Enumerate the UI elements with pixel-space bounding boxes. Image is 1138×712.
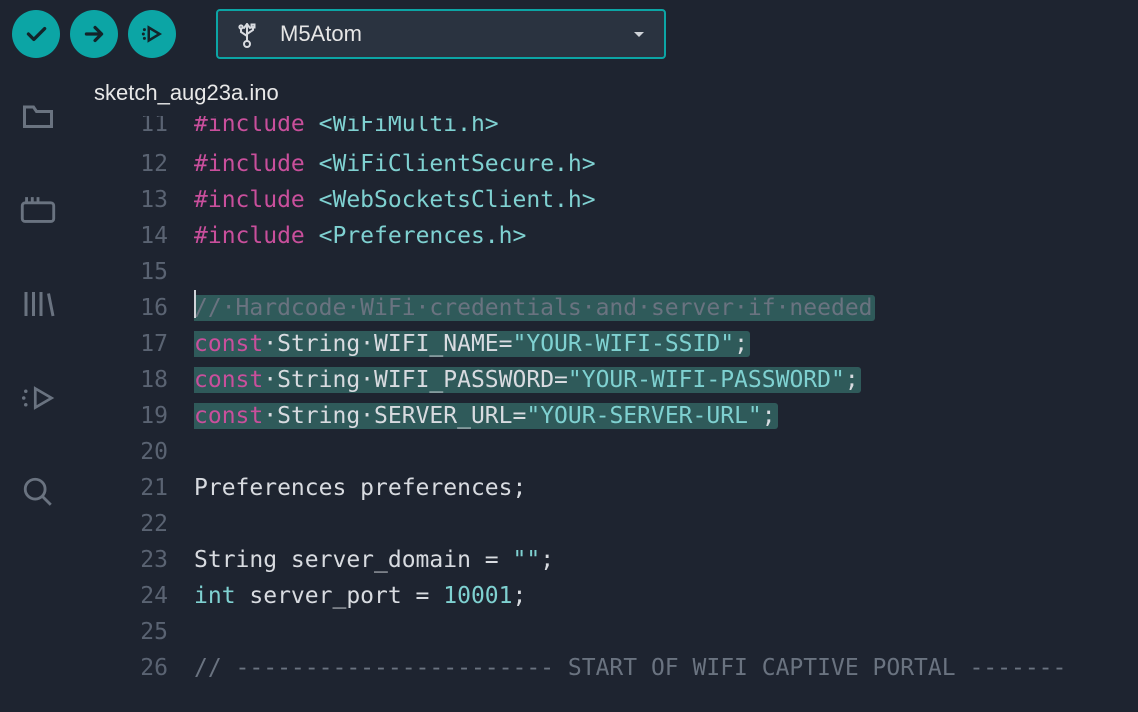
tabbar: sketch_aug23a.ino <box>76 68 1138 116</box>
library-icon <box>20 286 56 322</box>
board-label: M5Atom <box>280 21 632 47</box>
activity-bar <box>0 68 76 712</box>
usb-icon <box>236 20 258 48</box>
partial-line-11: 11 #include <WiFiMulti.h> <box>76 116 1138 144</box>
tab-sketch[interactable]: sketch_aug23a.ino <box>76 69 297 116</box>
code-line: // ----------------------- START OF WIFI… <box>194 650 1138 686</box>
code-line <box>194 506 1138 542</box>
verify-button[interactable] <box>12 10 60 58</box>
code-line <box>194 434 1138 470</box>
arrow-right-icon <box>81 21 107 47</box>
debug-button[interactable] <box>128 10 176 58</box>
code-line: const·String·WIFI_PASSWORD="YOUR-WIFI-PA… <box>194 362 1138 398</box>
tab-label: sketch_aug23a.ino <box>94 80 279 105</box>
code-line: #include <Preferences.h> <box>194 218 1138 254</box>
explorer-button[interactable] <box>18 96 58 136</box>
gutter: 12 13 14 15 16 17 18 19 20 21 22 23 24 2… <box>76 146 194 712</box>
code-line: String server_domain = ""; <box>194 542 1138 578</box>
line-number: 11 <box>76 116 194 144</box>
code-line: #include <WiFiClientSecure.h> <box>194 146 1138 182</box>
library-manager-button[interactable] <box>18 284 58 324</box>
code-line: #include <WebSocketsClient.h> <box>194 182 1138 218</box>
code-line: const·String·WIFI_NAME="YOUR-WIFI-SSID"; <box>194 326 1138 362</box>
code-editor[interactable]: 12 13 14 15 16 17 18 19 20 21 22 23 24 2… <box>76 144 1138 712</box>
code-line: int server_port = 10001; <box>194 578 1138 614</box>
folder-icon <box>20 98 56 134</box>
content-area: sketch_aug23a.ino 11 #include <WiFiMulti… <box>0 68 1138 712</box>
debug-play-icon <box>139 21 165 47</box>
check-icon <box>23 21 49 47</box>
code-line: const·String·SERVER_URL="YOUR-SERVER-URL… <box>194 398 1138 434</box>
chevron-down-icon <box>632 21 646 47</box>
upload-button[interactable] <box>70 10 118 58</box>
code-line <box>194 614 1138 650</box>
toolbar: M5Atom <box>0 0 1138 68</box>
debug-icon <box>19 382 57 414</box>
search-icon <box>21 475 55 509</box>
search-button[interactable] <box>18 472 58 512</box>
code-line: Preferences preferences; <box>194 470 1138 506</box>
code-body[interactable]: #include <WiFiClientSecure.h> #include <… <box>194 146 1138 712</box>
editor-region: sketch_aug23a.ino 11 #include <WiFiMulti… <box>76 68 1138 712</box>
board-icon <box>18 194 58 226</box>
board-selector[interactable]: M5Atom <box>216 9 666 59</box>
code-line <box>194 254 1138 290</box>
debug-panel-button[interactable] <box>18 378 58 418</box>
text-cursor <box>194 290 196 318</box>
code-line: //·Hardcode·WiFi·credentials·and·server·… <box>194 290 1138 326</box>
board-manager-button[interactable] <box>18 190 58 230</box>
